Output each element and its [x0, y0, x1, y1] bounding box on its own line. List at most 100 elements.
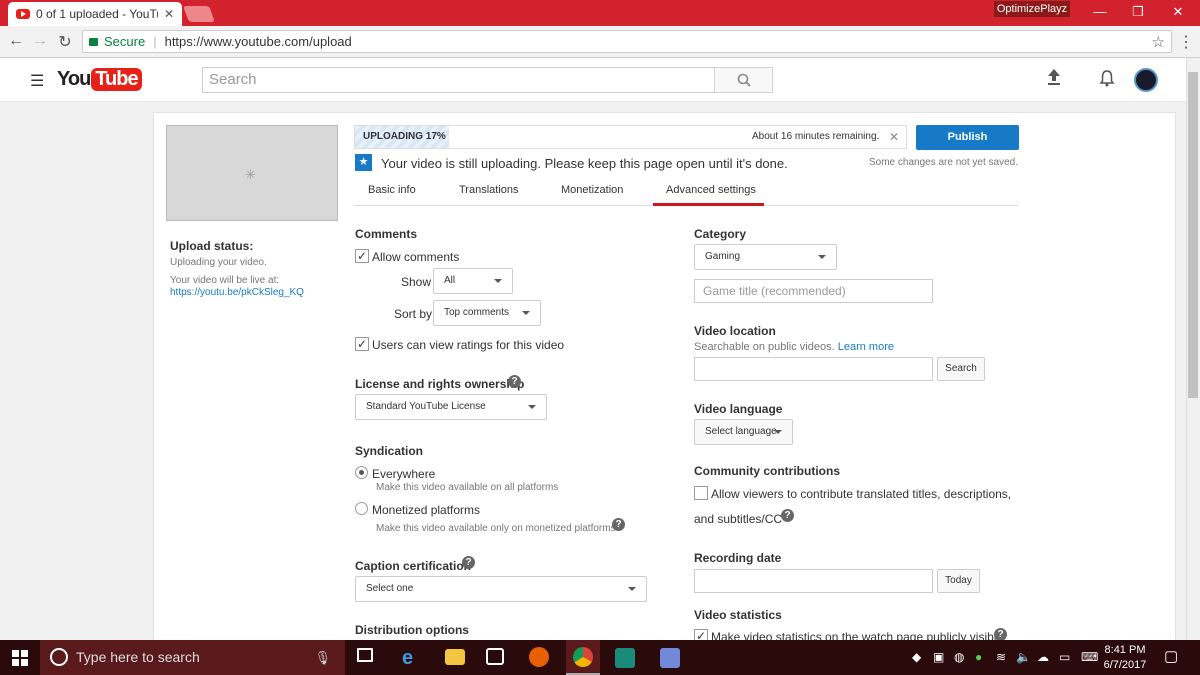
tray-app-icon[interactable]: ◍ [954, 650, 964, 664]
help-icon[interactable]: ? [612, 518, 625, 531]
minimize-icon[interactable]: — [1082, 2, 1118, 22]
chrome-icon[interactable] [573, 647, 593, 667]
location-desc-text: Searchable on public videos. [694, 341, 835, 353]
close-window-icon[interactable]: ✕ [1160, 2, 1196, 22]
show-label: Show [401, 275, 432, 289]
clock-time: 8:41 PM [1104, 644, 1146, 656]
caption-dropdown[interactable]: Select one [355, 576, 647, 602]
profile-badge[interactable]: OptimizePlayz [994, 1, 1070, 17]
sort-value: Top comments [444, 307, 510, 318]
today-button[interactable]: Today [937, 569, 980, 593]
logo-tube: Tube [91, 68, 142, 91]
browser-menu-icon[interactable]: ⋮ [1178, 32, 1194, 52]
notifications-bell-icon[interactable] [1099, 69, 1115, 92]
location-description: Searchable on public videos. Learn more [694, 341, 894, 353]
address-bar[interactable]: Secure | https://www.youtube.com/upload … [82, 30, 1172, 53]
monetized-radio[interactable] [355, 502, 368, 515]
language-dropdown[interactable]: Select language [694, 419, 793, 445]
location-heading: Video location [694, 324, 776, 338]
forward-icon[interactable]: → [30, 32, 50, 50]
search-button[interactable] [714, 67, 773, 93]
help-icon[interactable]: ? [508, 375, 521, 388]
youtube-logo[interactable]: You Tube [57, 68, 142, 91]
time-remaining: About 16 minutes remaining. [752, 131, 880, 142]
show-dropdown[interactable]: All [433, 268, 513, 294]
learn-more-link[interactable]: Learn more [838, 341, 894, 353]
task-view-icon[interactable] [357, 648, 373, 662]
tab-advanced-settings[interactable]: Advanced settings [666, 184, 756, 196]
publish-button[interactable]: Publish [916, 125, 1019, 150]
community-label-line1: Allow viewers to contribute translated t… [711, 487, 1012, 501]
new-tab-button[interactable] [183, 6, 215, 22]
clock-date: 6/7/2017 [1103, 659, 1147, 671]
allow-comments-checkbox[interactable]: ✓ [355, 249, 369, 263]
tab-title: 0 of 1 uploaded - YouTu [36, 7, 158, 21]
tray-cloud-icon[interactable]: ☁ [1037, 650, 1049, 664]
everywhere-radio[interactable] [355, 466, 368, 479]
location-search-button[interactable]: Search [937, 357, 985, 381]
tray-discord-icon[interactable]: ◆ [912, 650, 921, 664]
taskbar-search-input[interactable]: Type here to search 🎙 [40, 640, 345, 675]
search-icon [737, 73, 751, 87]
tray-settings-icon[interactable]: ▣ [933, 650, 944, 664]
secure-label: Secure [104, 34, 146, 49]
unsaved-changes-note: Some changes are not yet saved. [869, 157, 1018, 168]
reload-icon[interactable]: ↻ [55, 32, 75, 52]
file-explorer-icon[interactable] [445, 649, 465, 665]
firefox-icon[interactable] [529, 647, 549, 667]
live-url-link[interactable]: https://youtu.be/pkCkSleg_KQ [170, 287, 304, 298]
windows-start-icon[interactable] [12, 650, 28, 666]
cancel-upload-icon[interactable]: ✕ [889, 130, 899, 144]
back-icon[interactable]: ← [6, 32, 26, 50]
edge-browser-icon[interactable]: e [402, 647, 422, 669]
volume-icon[interactable]: 🔈 [1016, 650, 1031, 664]
bookmark-star-icon[interactable]: ☆ [1152, 33, 1165, 51]
search-input[interactable]: Search [202, 67, 715, 93]
license-value: Standard YouTube License [366, 401, 486, 412]
tray-shield-icon[interactable]: ● [975, 650, 982, 664]
tray-network-icon[interactable]: ▭ [1059, 650, 1070, 664]
recording-date-input[interactable] [694, 569, 933, 593]
category-value: Gaming [705, 251, 741, 262]
sort-by-label: Sort by [394, 307, 433, 321]
distribution-heading: Distribution options [355, 623, 469, 637]
close-tab-icon[interactable]: ✕ [164, 7, 174, 21]
monetized-label: Monetized platforms [372, 503, 481, 517]
hamburger-menu-icon[interactable]: ☰ [30, 71, 44, 91]
microphone-icon[interactable]: 🎙 [314, 640, 331, 675]
taskbar-clock[interactable]: 8:41 PM 6/7/2017 [1100, 643, 1150, 673]
scrollbar-thumb[interactable] [1188, 72, 1198, 398]
store-icon[interactable] [486, 648, 504, 665]
url-text: https://www.youtube.com/upload [164, 34, 352, 49]
game-title-input[interactable]: Game title (recommended) [694, 279, 933, 303]
license-dropdown[interactable]: Standard YouTube License [355, 394, 547, 420]
upload-status-title: Upload status: [170, 239, 254, 253]
tab-translations[interactable]: Translations [459, 184, 519, 196]
ratings-label: Users can view ratings for this video [372, 338, 565, 352]
help-icon[interactable]: ? [462, 556, 475, 569]
category-heading: Category [694, 227, 747, 241]
logo-you: You [57, 68, 91, 90]
tab-monetization[interactable]: Monetization [561, 184, 623, 196]
everywhere-label: Everywhere [372, 467, 436, 481]
browser-tab[interactable]: 0 of 1 uploaded - YouTu ✕ [8, 2, 182, 26]
ratings-checkbox[interactable]: ✓ [355, 337, 369, 351]
chevron-down-icon [522, 311, 530, 315]
avatar[interactable] [1134, 68, 1158, 92]
sort-by-dropdown[interactable]: Top comments [433, 300, 541, 326]
tab-basic-info[interactable]: Basic info [368, 184, 416, 196]
active-tab-indicator [653, 203, 764, 206]
community-checkbox[interactable] [694, 486, 708, 500]
location-input[interactable] [694, 357, 933, 381]
action-center-icon[interactable]: ▢ [1164, 647, 1178, 665]
category-dropdown[interactable]: Gaming [694, 244, 837, 270]
discord-icon[interactable] [660, 648, 680, 668]
help-icon[interactable]: ? [781, 509, 794, 522]
upload-icon[interactable] [1046, 68, 1062, 91]
everywhere-description: Make this video available on all platfor… [376, 482, 559, 493]
keyboard-icon[interactable]: ⌨ [1081, 650, 1098, 664]
app-monitor-icon[interactable] [615, 648, 635, 668]
youtube-favicon-icon [16, 9, 30, 19]
maximize-icon[interactable]: ❐ [1120, 2, 1156, 22]
wifi-icon[interactable]: ≋ [996, 650, 1006, 664]
